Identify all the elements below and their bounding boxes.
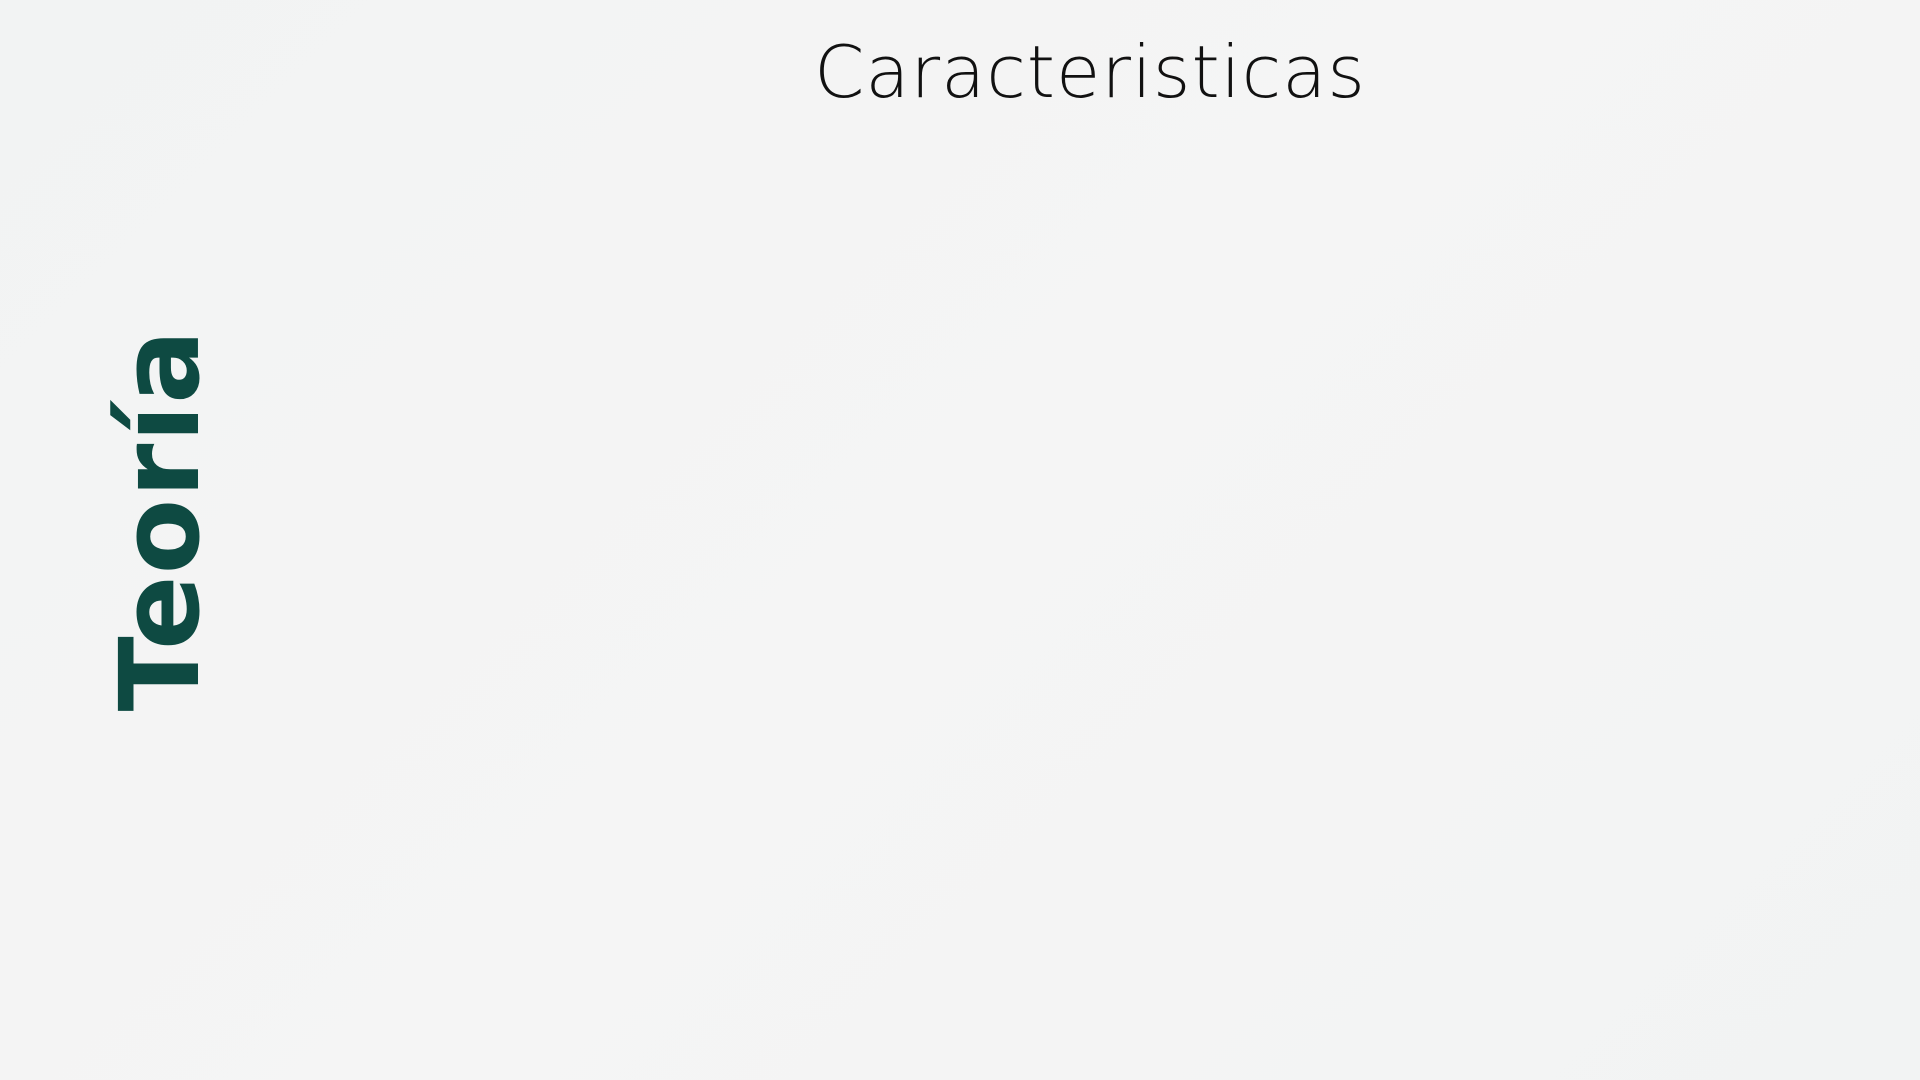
section-label: Teoría	[96, 328, 224, 712]
slide-canvas: Caracteristicas Teoría	[0, 0, 1920, 1080]
slide-title: Caracteristicas	[814, 30, 1366, 114]
